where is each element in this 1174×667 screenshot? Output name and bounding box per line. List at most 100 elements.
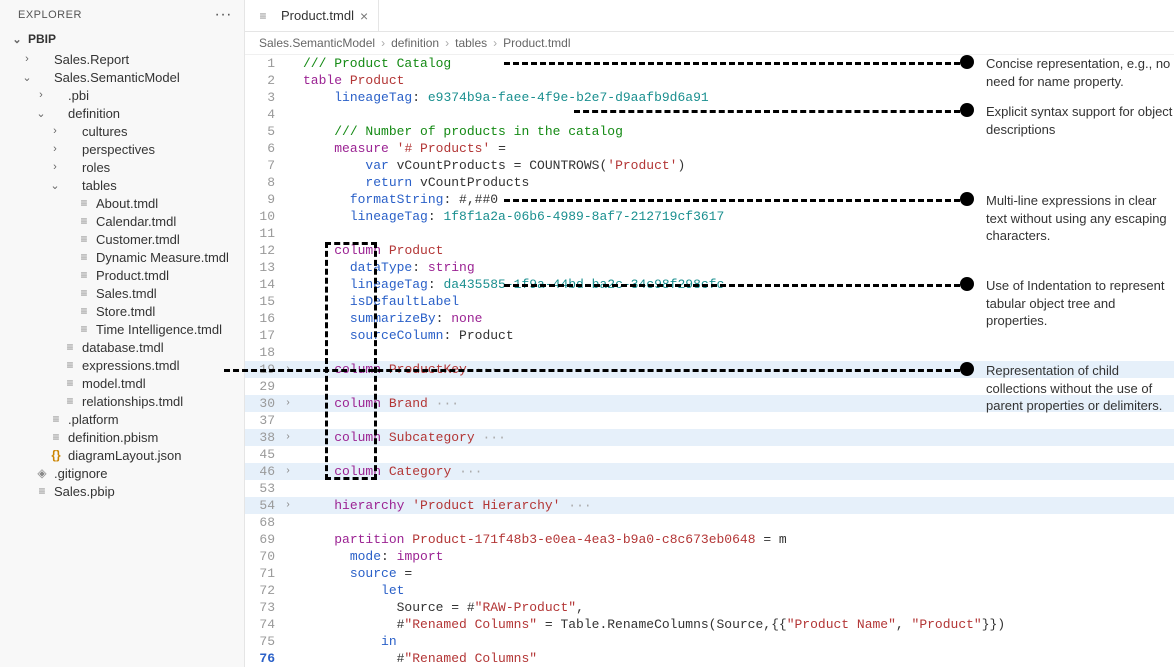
code-text: dataType: string [295, 259, 1174, 276]
line-number: 11 [245, 225, 281, 242]
code-line[interactable]: 19› column ProductKey ··· [245, 361, 1174, 378]
code-line[interactable]: 8 return vCountProducts [245, 174, 1174, 191]
tree-item[interactable]: ⌄definition [0, 104, 244, 122]
code-line[interactable]: 14 lineageTag: da435585-1f9a-44bd-ba2c-3… [245, 276, 1174, 293]
code-line[interactable]: 68 [245, 514, 1174, 531]
tree-item[interactable]: ≡.platform [0, 410, 244, 428]
tree-item[interactable]: ≡About.tmdl [0, 194, 244, 212]
code-line[interactable]: 15 isDefaultLabel [245, 293, 1174, 310]
tree-item[interactable]: ≡Time Intelligence.tmdl [0, 320, 244, 338]
tab-product-tmdl[interactable]: ≡ Product.tmdl × [245, 0, 379, 31]
code-line[interactable]: 75 in [245, 633, 1174, 650]
code-line[interactable]: 10 lineageTag: 1f8f1a2a-06b6-4989-8af7-2… [245, 208, 1174, 225]
code-line[interactable]: 4 [245, 106, 1174, 123]
code-line[interactable]: 2table Product [245, 72, 1174, 89]
code-line[interactable]: 38› column Subcategory ··· [245, 429, 1174, 446]
tree-item[interactable]: ≡expressions.tmdl [0, 356, 244, 374]
fold-icon [281, 446, 295, 463]
explorer-sidebar: EXPLORER ··· ⌄ PBIP ›Sales.Report⌄Sales.… [0, 0, 245, 667]
fold-icon [281, 633, 295, 650]
breadcrumb-segment[interactable]: Product.tmdl [503, 36, 570, 50]
chevron-down-icon: ⌄ [10, 33, 24, 46]
code-line[interactable]: 74 #"Renamed Columns" = Table.RenameColu… [245, 616, 1174, 633]
code-line[interactable]: 7 var vCountProducts = COUNTROWS('Produc… [245, 157, 1174, 174]
code-line[interactable]: 70 mode: import [245, 548, 1174, 565]
tree-item-label: Dynamic Measure.tmdl [96, 250, 229, 265]
tree-item[interactable]: ≡Dynamic Measure.tmdl [0, 248, 244, 266]
code-line[interactable]: 29 [245, 378, 1174, 395]
tree-item[interactable]: ≡model.tmdl [0, 374, 244, 392]
code-line[interactable]: 54› hierarchy 'Product Hierarchy' ··· [245, 497, 1174, 514]
code-line[interactable]: 9 formatString: #,##0 [245, 191, 1174, 208]
code-line[interactable]: 1/// Product Catalog [245, 55, 1174, 72]
code-line[interactable]: 45 [245, 446, 1174, 463]
code-line[interactable]: 5 /// Number of products in the catalog [245, 123, 1174, 140]
tree-item[interactable]: ⌄Sales.SemanticModel [0, 68, 244, 86]
tree-item[interactable]: ⌄tables [0, 176, 244, 194]
breadcrumb[interactable]: Sales.SemanticModel›definition›tables›Pr… [245, 32, 1174, 55]
code-line[interactable]: 69 partition Product-171f48b3-e0ea-4ea3-… [245, 531, 1174, 548]
fold-icon[interactable]: › [281, 395, 295, 412]
code-line[interactable]: 71 source = [245, 565, 1174, 582]
code-line[interactable]: 12 column Product [245, 242, 1174, 259]
tree-item[interactable]: ›Sales.Report [0, 50, 244, 68]
code-line[interactable]: 6 measure '# Products' = [245, 140, 1174, 157]
line-number: 30 [245, 395, 281, 412]
tree-item[interactable]: ≡database.tmdl [0, 338, 244, 356]
breadcrumb-segment[interactable]: Sales.SemanticModel [259, 36, 375, 50]
tree-item[interactable]: ≡Sales.tmdl [0, 284, 244, 302]
explorer-title: EXPLORER [18, 9, 82, 21]
tree-item[interactable]: ≡relationships.tmdl [0, 392, 244, 410]
tree-item[interactable]: ≡Product.tmdl [0, 266, 244, 284]
code-line[interactable]: 17 sourceColumn: Product [245, 327, 1174, 344]
tree-item[interactable]: ≡definition.pbism [0, 428, 244, 446]
code-line[interactable]: 53 [245, 480, 1174, 497]
file-icon: ≡ [34, 484, 50, 498]
tree-item[interactable]: ≡Customer.tmdl [0, 230, 244, 248]
tree-item[interactable]: ≡Store.tmdl [0, 302, 244, 320]
code-text: column Category ··· [295, 463, 1174, 480]
line-number: 72 [245, 582, 281, 599]
more-icon[interactable]: ··· [215, 6, 232, 24]
code-line[interactable]: 37 [245, 412, 1174, 429]
line-number: 5 [245, 123, 281, 140]
tree-item[interactable]: ◈.gitignore [0, 464, 244, 482]
code-line[interactable]: 13 dataType: string [245, 259, 1174, 276]
tree-item[interactable]: ›perspectives [0, 140, 244, 158]
fold-icon[interactable]: › [281, 361, 295, 378]
code-text: /// Number of products in the catalog [295, 123, 1174, 140]
tree-item-label: roles [82, 160, 110, 175]
tree-item[interactable]: {}diagramLayout.json [0, 446, 244, 464]
close-icon[interactable]: × [360, 8, 368, 24]
code-text: in [295, 633, 1174, 650]
code-editor[interactable]: 1/// Product Catalog2table Product3 line… [245, 55, 1174, 667]
fold-icon [281, 548, 295, 565]
code-line[interactable]: 11 [245, 225, 1174, 242]
code-line[interactable]: 76 #"Renamed Columns" [245, 650, 1174, 667]
line-number: 19 [245, 361, 281, 378]
code-line[interactable]: 72 let [245, 582, 1174, 599]
root-folder-label: PBIP [28, 32, 56, 46]
code-body[interactable]: 1/// Product Catalog2table Product3 line… [245, 55, 1174, 667]
code-line[interactable]: 16 summarizeBy: none [245, 310, 1174, 327]
fold-icon[interactable]: › [281, 497, 295, 514]
fold-icon [281, 310, 295, 327]
code-line[interactable]: 30› column Brand ··· [245, 395, 1174, 412]
breadcrumb-segment[interactable]: tables [455, 36, 487, 50]
code-line[interactable]: 3 lineageTag: e9374b9a-faee-4f9e-b2e7-d9… [245, 89, 1174, 106]
fold-icon [281, 123, 295, 140]
line-number: 12 [245, 242, 281, 259]
fold-icon[interactable]: › [281, 429, 295, 446]
code-line[interactable]: 18 [245, 344, 1174, 361]
code-line[interactable]: 73 Source = #"RAW-Product", [245, 599, 1174, 616]
tree-item[interactable]: ›.pbi [0, 86, 244, 104]
tree-item[interactable]: ›roles [0, 158, 244, 176]
tree-item[interactable]: ≡Calendar.tmdl [0, 212, 244, 230]
root-folder[interactable]: ⌄ PBIP [0, 28, 244, 50]
fold-icon[interactable]: › [281, 463, 295, 480]
fold-icon [281, 344, 295, 361]
code-line[interactable]: 46› column Category ··· [245, 463, 1174, 480]
tree-item[interactable]: ›cultures [0, 122, 244, 140]
tree-item[interactable]: ≡Sales.pbip [0, 482, 244, 500]
breadcrumb-segment[interactable]: definition [391, 36, 439, 50]
